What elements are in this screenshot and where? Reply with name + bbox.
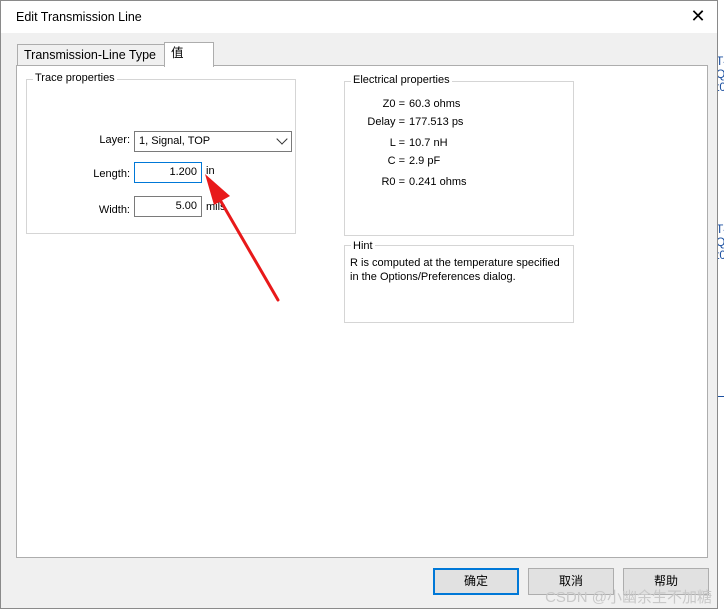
z0-value: 60.3 ohms xyxy=(409,98,461,110)
layer-select-value: 1, Signal, TOP xyxy=(139,135,211,147)
trace-properties-group: Trace properties Layer: 1, Signal, TOP L… xyxy=(26,72,296,234)
length-unit: in xyxy=(206,165,215,177)
dialog-title: Edit Transmission Line xyxy=(16,10,142,24)
delay-key: Delay = xyxy=(367,116,405,128)
width-input[interactable]: 5.00 xyxy=(134,196,202,217)
c-key: C = xyxy=(387,155,405,167)
hint-text: R is computed at the temperature specifi… xyxy=(350,257,560,283)
length-label: Length: xyxy=(93,168,130,180)
delay-value: 177.513 ps xyxy=(409,116,464,128)
csdn-watermark: CSDN @小幽余生不加糖 xyxy=(545,589,712,606)
l-key: L = xyxy=(389,137,405,149)
tab-values[interactable]: 值 xyxy=(164,42,214,67)
title-bar[interactable]: Edit Transmission Line ✕ xyxy=(1,1,717,33)
tab-panel-values: Trace properties Layer: 1, Signal, TOP L… xyxy=(16,65,708,558)
l-row: L = 10.7 nH xyxy=(345,137,565,151)
ok-button[interactable]: 确定 xyxy=(433,568,519,595)
electrical-properties-group: Electrical properties Z0 = 60.3 ohms Del… xyxy=(344,74,574,236)
chevron-down-icon xyxy=(276,133,288,145)
electrical-properties-title: Electrical properties xyxy=(351,74,452,86)
edit-transmission-line-dialog: Edit Transmission Line ✕ Transmission-Li… xyxy=(0,0,718,609)
layer-select[interactable]: 1, Signal, TOP xyxy=(134,131,292,152)
z0-key: Z0 = xyxy=(382,98,405,110)
hint-title: Hint xyxy=(351,240,375,252)
hint-group: Hint R is computed at the temperature sp… xyxy=(344,240,574,323)
close-icon: ✕ xyxy=(690,6,706,26)
l-value: 10.7 nH xyxy=(409,137,448,149)
r0-key: R0 = xyxy=(381,176,405,188)
r0-value: 0.241 ohms xyxy=(409,176,467,188)
trace-properties-title: Trace properties xyxy=(33,72,117,84)
length-input[interactable]: 1.200 xyxy=(134,162,202,183)
r0-row: R0 = 0.241 ohms xyxy=(345,176,565,190)
background-line-right xyxy=(718,396,724,397)
z0-row: Z0 = 60.3 ohms xyxy=(345,98,565,112)
width-unit: mils xyxy=(206,201,226,213)
c-row: C = 2.9 pF xyxy=(345,155,565,169)
width-label: Width: xyxy=(98,204,130,216)
tab-transmission-line-type[interactable]: Transmission-Line Type xyxy=(17,44,165,66)
c-value: 2.9 pF xyxy=(409,155,441,167)
delay-row: Delay = 177.513 ps xyxy=(345,116,565,130)
close-button[interactable]: ✕ xyxy=(685,5,711,29)
screen: s s T4 QS t0 T4 QS t0 Edit Transmission … xyxy=(0,0,724,613)
layer-label: Layer: xyxy=(99,134,130,146)
